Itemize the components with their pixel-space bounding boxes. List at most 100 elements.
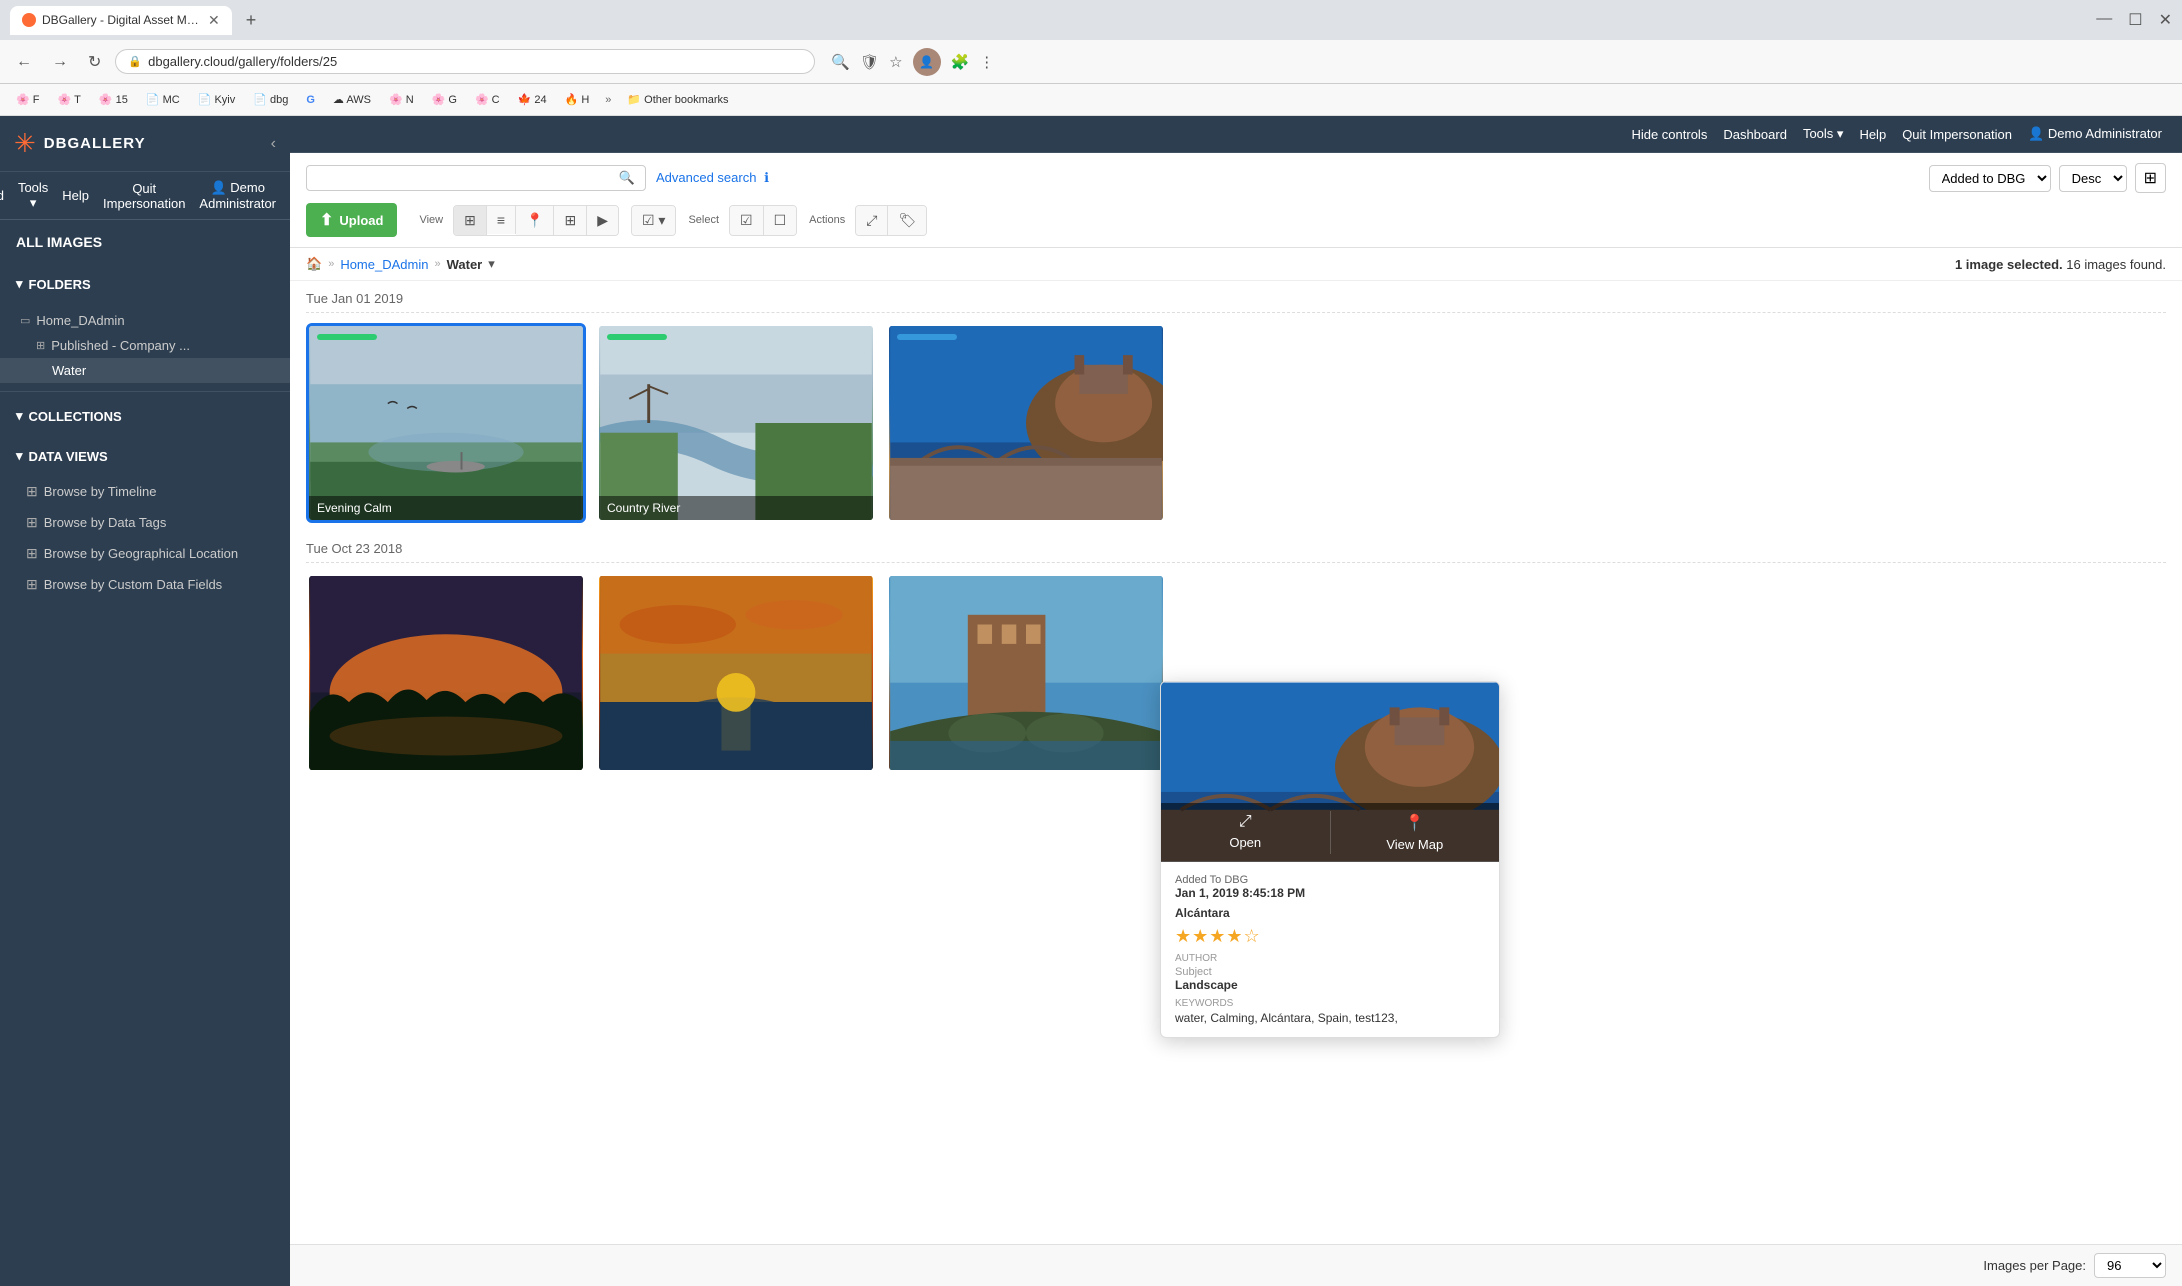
popup-image-container: ⤢ Open 📍 View Map xyxy=(1161,682,1499,862)
plus-icon: ⊞ xyxy=(26,576,38,593)
data-views-header[interactable]: ▾ DATA VIEWS xyxy=(0,436,290,476)
select-square-btn[interactable]: ☐ xyxy=(764,206,797,235)
result-count: 1 image selected. 16 images found. xyxy=(1955,257,2166,272)
list-view-btn[interactable]: ≡ xyxy=(487,206,516,234)
browse-by-timeline[interactable]: ⊞ Browse by Timeline xyxy=(0,476,290,507)
image-card-country-river[interactable]: Country River xyxy=(596,323,876,523)
open-expand-icon: ⤢ xyxy=(1239,813,1252,831)
image-card-bridge[interactable] xyxy=(886,323,1166,523)
plus-icon: ⊞ xyxy=(26,514,38,531)
tools-button[interactable]: Tools ▾ xyxy=(18,180,48,211)
folders-header[interactable]: ▾ FOLDERS xyxy=(0,264,290,304)
help-button[interactable]: Help xyxy=(62,188,89,203)
minimize-button[interactable]: — xyxy=(2096,10,2112,30)
user-account-icon: 👤 xyxy=(2028,126,2044,141)
filmstrip-view-btn[interactable]: ⊞ xyxy=(554,206,587,235)
search-row: 🔍 Advanced search ℹ Added to DBG Name Da… xyxy=(306,163,2166,193)
folder-published-company[interactable]: ⊞ Published - Company ... xyxy=(0,333,290,358)
search-input[interactable] xyxy=(317,171,613,186)
address-bar[interactable]: 🔒 dbgallery.cloud/gallery/folders/25 xyxy=(115,49,815,74)
forward-button[interactable]: → xyxy=(46,49,74,75)
bookmark-other[interactable]: 📁 Other bookmarks xyxy=(621,91,734,108)
user-menu-button[interactable]: 👤 Demo Administrator xyxy=(199,180,276,211)
image-card-sunset-silhouette[interactable] xyxy=(306,573,586,773)
url-text: dbgallery.cloud/gallery/folders/25 xyxy=(148,54,802,69)
tab-close-button[interactable]: ✕ xyxy=(208,12,220,29)
user-btn[interactable]: 👤 Demo Administrator xyxy=(2028,126,2162,142)
tools-btn[interactable]: Tools ▾ xyxy=(1803,126,1844,142)
sort-order-select[interactable]: Desc Asc xyxy=(2059,165,2127,192)
dashboard-btn[interactable]: Dashboard xyxy=(1723,127,1787,142)
images-per-page-select[interactable]: 24 48 96 192 xyxy=(2094,1253,2166,1278)
reload-button[interactable]: ↻ xyxy=(82,48,107,76)
folder-water[interactable]: Water xyxy=(0,358,290,383)
back-button[interactable]: ← xyxy=(10,49,38,75)
browse-by-geographical-location[interactable]: ⊞ Browse by Geographical Location xyxy=(0,538,290,569)
bookmark-g2[interactable]: 🌸 G xyxy=(426,91,463,108)
browse-by-custom-data-fields[interactable]: ⊞ Browse by Custom Data Fields xyxy=(0,569,290,600)
popup-open-button[interactable]: ⤢ Open xyxy=(1161,803,1330,862)
breadcrumb-home-dadmin[interactable]: Home_DAdmin xyxy=(340,257,428,272)
bookmark-24[interactable]: 🍁 24 xyxy=(512,91,553,108)
all-images-link[interactable]: ALL IMAGES xyxy=(0,220,290,264)
bookmark-h[interactable]: 🔥 H xyxy=(559,91,596,108)
select-checkbox-btn[interactable]: ☑ xyxy=(730,206,764,235)
image-card-city-building[interactable] xyxy=(886,573,1166,773)
bookmark-n[interactable]: 🌸 N xyxy=(383,91,420,108)
breadcrumb: 🏠 » Home_DAdmin » Water ▾ 1 image select… xyxy=(290,248,2182,281)
bookmark-kyiv[interactable]: 📄 Kyiv xyxy=(192,91,242,108)
popup-stars: ★★★★☆ xyxy=(1175,926,1485,947)
folder-home-dadmin[interactable]: ▭ Home_DAdmin xyxy=(0,308,290,333)
quit-impersonation-button[interactable]: Quit Impersonation xyxy=(103,181,185,211)
breadcrumb-home-icon[interactable]: 🏠 xyxy=(306,256,322,272)
popup-view-map-button[interactable]: 📍 View Map xyxy=(1331,803,1500,862)
popup-author-label: Author xyxy=(1175,953,1485,964)
profile-icon[interactable]: 👤 xyxy=(913,48,941,76)
expand-action-btn[interactable]: ⤢ xyxy=(856,206,888,235)
search-box[interactable]: 🔍 xyxy=(306,165,646,191)
bookmark-c[interactable]: 🌸 C xyxy=(469,91,506,108)
extensions-icon[interactable]: 🧩 xyxy=(951,53,970,71)
tag-action-btn[interactable]: 🏷 xyxy=(888,206,926,235)
slideshow-view-btn[interactable]: ▶ xyxy=(587,206,618,235)
help-btn[interactable]: Help xyxy=(1859,127,1886,142)
menu-icon[interactable]: ⋮ xyxy=(979,53,994,71)
maximize-button[interactable]: ☐ xyxy=(2128,10,2142,30)
bookmark-google[interactable]: G xyxy=(300,92,321,108)
bookmark-aws[interactable]: ☁ AWS xyxy=(327,91,377,108)
upload-button[interactable]: ⬆ Upload xyxy=(306,203,397,237)
folders-collapse-icon: ▾ xyxy=(16,276,23,292)
select-dropdown-btn[interactable]: ☑ ▾ xyxy=(632,206,675,235)
sidebar-collapse-button[interactable]: ‹ xyxy=(271,135,276,153)
browser-tab[interactable]: DBGallery - Digital Asset Manage ✕ xyxy=(10,6,232,35)
sort-field-select[interactable]: Added to DBG Name Date xyxy=(1929,165,2051,192)
browse-by-data-tags[interactable]: ⊞ Browse by Data Tags xyxy=(0,507,290,538)
sunset2-scene-svg xyxy=(599,576,873,770)
image-card-ocean-sunset[interactable] xyxy=(596,573,876,773)
collections-header[interactable]: ▾ COLLECTIONS xyxy=(0,396,290,436)
bookmark-dbg[interactable]: 📄 dbg xyxy=(247,91,294,108)
advanced-search-link[interactable]: Advanced search ℹ xyxy=(656,170,769,186)
grid-view-btn[interactable]: ⊞ xyxy=(454,206,487,235)
close-button[interactable]: ✕ xyxy=(2159,10,2172,30)
quit-impersonation-btn[interactable]: Quit Impersonation xyxy=(1902,127,2012,142)
map-view-btn[interactable]: 📍 xyxy=(516,206,554,235)
image-card-evening-calm[interactable]: Evening Calm xyxy=(306,323,586,523)
new-tab-button[interactable]: + xyxy=(238,6,265,35)
bookmark-15[interactable]: 🌸 15 xyxy=(93,91,134,108)
image-row-jan-2019: Evening Calm xyxy=(306,323,2166,523)
date-group-jan-2019: Tue Jan 01 2019 xyxy=(306,281,2166,523)
bookmark-star-icon[interactable]: ☆ xyxy=(889,53,902,71)
hide-controls-btn[interactable]: Hide controls xyxy=(1631,127,1707,142)
breadcrumb-dropdown-icon[interactable]: ▾ xyxy=(488,256,495,272)
bookmark-t[interactable]: 🌸 T xyxy=(51,91,86,108)
grid-view-button[interactable]: ⊞ xyxy=(2135,163,2166,193)
bookmark-mc[interactable]: 📄 MC xyxy=(140,91,186,108)
map-pin-icon: 📍 xyxy=(1405,813,1425,833)
dashboard-button[interactable]: Dashboard xyxy=(0,188,4,203)
expand-icon: ▭ xyxy=(20,314,30,327)
bookmark-f[interactable]: 🌸 F xyxy=(10,91,45,108)
data-views-section: ▾ DATA VIEWS ⊞ Browse by Timeline ⊞ Brow… xyxy=(0,436,290,600)
search-browser-icon[interactable]: 🔍 xyxy=(831,53,850,71)
card-label-evening-calm: Evening Calm xyxy=(309,496,583,520)
